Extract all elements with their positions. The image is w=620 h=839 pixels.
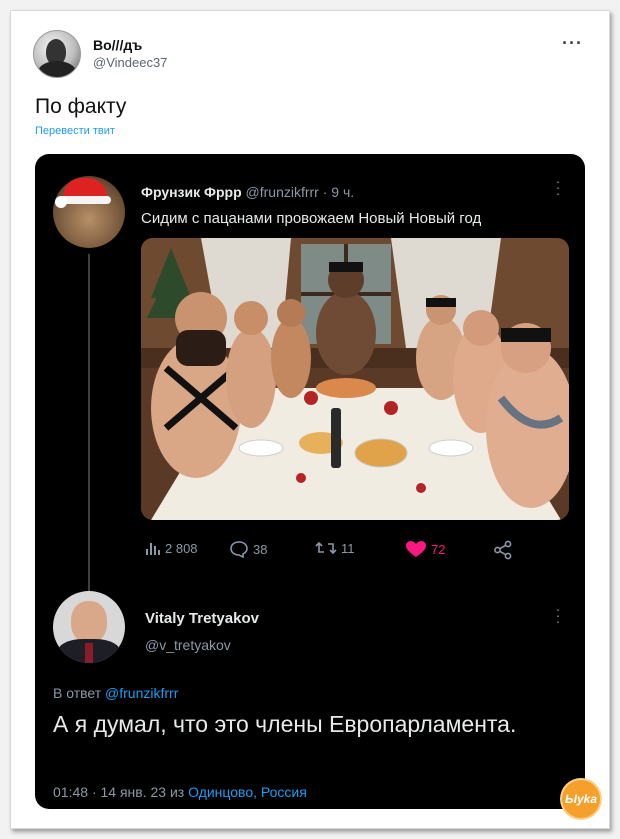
quoted-author-handle[interactable]: @frunzikfrrr [246,184,319,200]
reply-author-name[interactable]: Vitaly Tretyakov [145,610,259,627]
quoted-author-avatar[interactable] [53,176,125,248]
views-count: 2 808 [165,540,198,556]
reply-tweet-text: А я думал, что это члены Европарламента. [53,711,517,737]
replying-prefix: В ответ [53,685,102,701]
outer-author-avatar[interactable] [33,30,81,78]
outer-tweet-text: По факту [35,95,127,118]
outer-author-handle[interactable]: @Vindeec37 [93,54,167,72]
quoted-tweet-text: Сидим с пацанами провожаем Новый Новый г… [141,210,482,227]
likes-count: 72 [431,541,446,557]
likes-stat[interactable]: 72 [405,540,445,558]
replying-to-mention[interactable]: @frunzikfrrr [105,685,178,701]
quoted-time-ago[interactable]: 9 ч. [331,184,354,200]
translate-tweet-link[interactable]: Перевести твит [35,125,115,137]
views-stat[interactable]: 2 808 [145,540,198,556]
reply-from-word: из [169,784,185,800]
outer-tweet-header: Во///дъ @Vindeec37 [33,29,167,79]
retweets-stat[interactable]: 11 [315,540,355,556]
outer-author-names: Во///дъ @Vindeec37 [93,36,167,72]
retweet-icon [315,540,337,556]
bar-chart-icon [145,540,161,556]
reply-date[interactable]: 14 янв. 23 [101,784,167,800]
watermark-logo: Ыyka [562,780,600,818]
watermark-text: Ыyka [564,792,598,806]
share-icon[interactable] [493,540,513,560]
outer-author-name[interactable]: Во///дъ [93,36,167,54]
screenshot-card: Во///дъ @Vindeec37 ··· По факту Перевест… [10,10,610,829]
replying-to-line: В ответ @frunzikfrrr [53,685,178,701]
reply-author-handle[interactable]: @v_tretyakov [145,637,231,653]
more-vertical-icon[interactable]: · · · [555,602,561,628]
reply-separator: · [91,784,97,800]
more-horizontal-icon[interactable]: ··· [562,33,583,54]
tweet-actions-bar: 2 808 38 11 72 [141,540,569,562]
reply-location[interactable]: Одинцово, Россия [188,784,307,800]
retweets-count: 11 [341,540,355,556]
tweet-photo[interactable] [141,238,569,520]
quoted-separator: · [322,184,328,200]
heart-icon [405,540,427,558]
quoted-author-name[interactable]: Фрунзик Фррр [141,184,242,200]
replies-count: 38 [253,541,268,557]
more-vertical-icon[interactable]: · · · [555,174,561,200]
quoted-dark-screenshot: Фрунзик Фррр @frunzikfrrr · 9 ч. · · · Сид… [35,154,585,809]
replies-stat[interactable]: 38 [229,540,267,558]
quoted-tweet-header: Фрунзик Фррр @frunzikfrrr · 9 ч. [141,184,354,200]
speech-bubble-icon [229,540,249,558]
reply-author-avatar[interactable] [53,591,125,663]
reply-tweet-meta: 01:48 · 14 янв. 23 из Одинцово, Россия [53,784,307,800]
reply-time[interactable]: 01:48 [53,784,88,800]
